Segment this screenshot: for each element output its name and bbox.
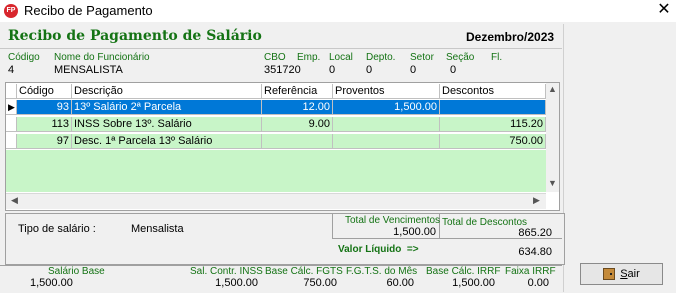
- column-header-description[interactable]: Descrição: [72, 84, 262, 99]
- setor-value: 0: [410, 64, 417, 76]
- column-header-reference[interactable]: Referência: [262, 84, 333, 99]
- scroll-up-icon[interactable]: ▲: [546, 84, 559, 94]
- row-description[interactable]: INSS Sobre 13º. Salário: [72, 117, 262, 132]
- net-value-label: Valor Líquido =>: [338, 244, 419, 255]
- exit-door-icon: [603, 268, 616, 280]
- close-icon[interactable]: ✕: [655, 1, 673, 19]
- salary-type-label: Tipo de salário :: [18, 223, 96, 235]
- table-row[interactable]: 97 Desc. 1ª Parcela 13º Salário 750.00: [6, 134, 546, 149]
- secao-value: 0: [450, 64, 457, 76]
- table-row[interactable]: ▶ 93 13º Salário 2ª Parcela 12.00 1,500.…: [6, 100, 546, 115]
- fgts-base-value: 750.00: [303, 277, 337, 289]
- total-earnings-label: Total de Vencimentos: [345, 215, 441, 226]
- column-header-earnings[interactable]: Proventos: [333, 84, 440, 99]
- row-indicator: [6, 117, 17, 132]
- local-value: 0: [329, 64, 336, 76]
- row-earnings[interactable]: [333, 117, 440, 132]
- emp-label: Emp.: [297, 52, 321, 63]
- fl-label: Fl.: [491, 52, 503, 63]
- row-code[interactable]: 97: [17, 134, 72, 149]
- page-title: Recibo de Pagamento de Salário: [8, 28, 262, 44]
- row-description[interactable]: 13º Salário 2ª Parcela: [72, 100, 262, 115]
- app-logo-icon: FP: [4, 4, 18, 18]
- base-salary-label: Salário Base: [48, 266, 105, 277]
- depto-label: Depto.: [366, 52, 396, 63]
- inss-contribution-value: 1,500.00: [215, 277, 258, 289]
- fgts-month-label: F.G.T.S. do Mês: [346, 266, 418, 277]
- setor-label: Setor: [410, 52, 434, 63]
- side-panel: [563, 24, 676, 292]
- grid-empty-area: [6, 150, 546, 192]
- table-row[interactable]: 113 INSS Sobre 13º. Salário 9.00 115.20: [6, 117, 546, 132]
- row-code[interactable]: 93: [17, 100, 72, 115]
- code-label: Código: [8, 52, 40, 63]
- irrf-base-value: 1,500.00: [452, 277, 495, 289]
- row-reference[interactable]: 12.00: [262, 100, 333, 115]
- row-earnings[interactable]: [333, 134, 440, 149]
- irrf-bracket-label: Faixa IRRF: [505, 266, 556, 277]
- row-description[interactable]: Desc. 1ª Parcela 13º Salário: [72, 134, 262, 149]
- row-deductions[interactable]: 115.20: [440, 117, 546, 132]
- row-code[interactable]: 113: [17, 117, 72, 132]
- row-reference[interactable]: 9.00: [262, 117, 333, 132]
- row-indicator-header: [6, 84, 17, 99]
- secao-label: Seção: [446, 52, 475, 63]
- scroll-left-icon[interactable]: ◀: [8, 195, 21, 206]
- row-deductions[interactable]: [440, 100, 546, 115]
- cbo-value: 351720: [264, 64, 301, 76]
- net-value: 634.80: [518, 246, 552, 258]
- exit-button-label: Sair: [620, 268, 640, 280]
- total-earnings-value: 1,500.00: [393, 226, 436, 238]
- code-value: 4: [8, 64, 15, 76]
- window-title: Recibo de Pagamento: [24, 3, 153, 18]
- irrf-base-label: Base Cálc. IRRF: [426, 266, 501, 277]
- name-label: Nome do Funcionário: [54, 52, 150, 63]
- scroll-right-icon[interactable]: ▶: [530, 195, 543, 206]
- fgts-base-label: Base Cálc. FGTS: [265, 266, 343, 277]
- row-pointer-icon: ▶: [6, 100, 17, 115]
- scroll-down-icon[interactable]: ▼: [546, 178, 559, 188]
- payroll-items-grid[interactable]: Código Descrição Referência Proventos De…: [5, 82, 560, 211]
- horizontal-scrollbar[interactable]: ◀ ▶: [6, 193, 546, 209]
- row-reference[interactable]: [262, 134, 333, 149]
- column-header-deductions[interactable]: Descontos: [440, 84, 546, 99]
- row-indicator: [6, 134, 17, 149]
- total-deductions-value: 865.20: [518, 227, 552, 239]
- column-header-code[interactable]: Código: [17, 84, 72, 99]
- depto-value: 0: [366, 64, 373, 76]
- fgts-month-value: 60.00: [386, 277, 414, 289]
- exit-button[interactable]: Sair: [580, 263, 663, 285]
- irrf-bracket-value: 0.00: [527, 277, 549, 289]
- cbo-label: CBO: [264, 52, 286, 63]
- salary-type-value: Mensalista: [131, 223, 184, 235]
- inss-contribution-label: Sal. Contr. INSS: [190, 266, 263, 277]
- base-salary-value: 1,500.00: [30, 277, 73, 289]
- name-value: MENSALISTA: [54, 64, 123, 76]
- row-earnings[interactable]: 1,500.00: [333, 100, 440, 115]
- period-label: Dezembro/2023: [466, 30, 555, 44]
- local-label: Local: [329, 52, 353, 63]
- row-deductions[interactable]: 750.00: [440, 134, 546, 149]
- vertical-scrollbar[interactable]: ▲ ▼: [546, 83, 559, 192]
